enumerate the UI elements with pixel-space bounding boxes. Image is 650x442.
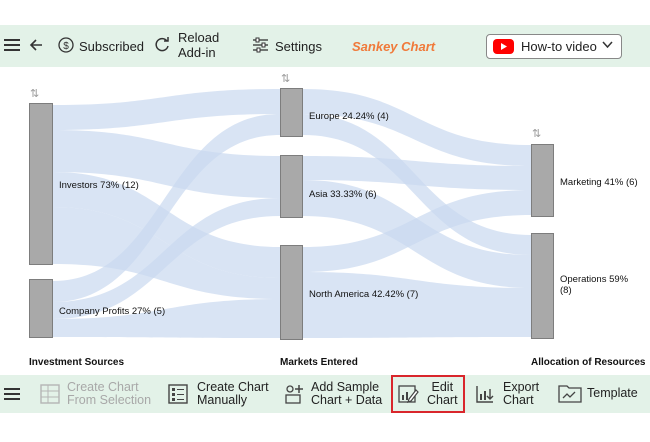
node-label-operations: Operations 59% (8) (560, 274, 628, 296)
settings-button[interactable]: Settings (252, 37, 322, 56)
node-label-north-america: North America 42.42% (7) (309, 289, 419, 300)
node-investors[interactable] (29, 103, 53, 265)
subscribed-button[interactable]: $ Subscribed (58, 37, 144, 56)
export-label-2: Chart (503, 393, 534, 407)
create-chart-manually-button[interactable]: Create Chart Manually (167, 381, 269, 407)
reload-addin-button[interactable]: Reload Add-in (153, 30, 219, 60)
svg-text:$: $ (63, 41, 69, 52)
node-operations[interactable] (531, 233, 554, 339)
back-arrow-icon[interactable] (28, 37, 44, 53)
howto-video-dropdown[interactable]: How-to video (486, 34, 622, 59)
node-marketing[interactable] (531, 144, 554, 217)
bottom-menu-icon[interactable] (4, 387, 20, 401)
node-label-asia: Asia 33.33% (6) (309, 189, 377, 200)
node-label-company-profits: Company Profits 27% (5) (59, 306, 166, 317)
column-label-allocation: Allocation of Resources (531, 357, 646, 368)
create-manual-label-2: Manually (197, 393, 248, 407)
add-sample-chart-button[interactable]: Add Sample Chart + Data (283, 381, 382, 407)
add-sample-label-2: Chart + Data (311, 393, 383, 407)
column-label-investment-sources: Investment Sources (29, 357, 125, 368)
reload-label-1: Reload (178, 30, 220, 45)
node-label-operations-1: Operations 59% (560, 274, 629, 285)
reload-label-2: Add-in (178, 45, 216, 60)
edit-chart-highlight (391, 375, 465, 413)
node-label-europe: Europe 24.24% (4) (309, 111, 389, 122)
youtube-icon (493, 39, 514, 54)
sort-icon[interactable]: ⇅ (532, 127, 541, 140)
template-label: Template (587, 385, 638, 400)
add-sample-icon (283, 383, 305, 405)
create-chart-from-selection-button[interactable]: Create Chart From Selection (39, 381, 151, 407)
folder-chart-icon (558, 383, 582, 403)
chevron-down-icon (602, 41, 613, 49)
app-title: Sankey Chart (352, 39, 436, 54)
template-button[interactable]: Template (558, 383, 638, 403)
table-select-icon (39, 383, 61, 405)
export-chart-button[interactable]: Export Chart (474, 381, 539, 407)
reload-icon (153, 35, 171, 56)
create-selection-label-2: From Selection (67, 393, 152, 407)
dollar-circle-icon: $ (58, 37, 74, 56)
node-label-investors: Investors 73% (12) (59, 180, 139, 191)
node-label-marketing: Marketing 41% (6) (560, 177, 638, 188)
howto-label: How-to video (521, 39, 597, 54)
node-north-america[interactable] (280, 245, 303, 340)
node-company-profits[interactable] (29, 279, 53, 338)
sort-icon[interactable]: ⇅ (30, 87, 39, 100)
menu-icon[interactable] (4, 38, 20, 52)
column-label-markets-entered: Markets Entered (280, 357, 358, 368)
node-label-operations-2: (8) (560, 285, 572, 296)
sankey-chart: ⇅ ⇅ ⇅ Investors 73% (12) Company Profits… (0, 67, 650, 375)
export-icon (474, 383, 496, 405)
sort-icon[interactable]: ⇅ (281, 72, 290, 85)
node-europe[interactable] (280, 88, 303, 137)
sliders-icon (252, 37, 269, 56)
subscribed-label: Subscribed (79, 39, 145, 54)
node-asia[interactable] (280, 155, 303, 218)
form-list-icon (167, 383, 189, 405)
settings-label: Settings (275, 39, 322, 54)
